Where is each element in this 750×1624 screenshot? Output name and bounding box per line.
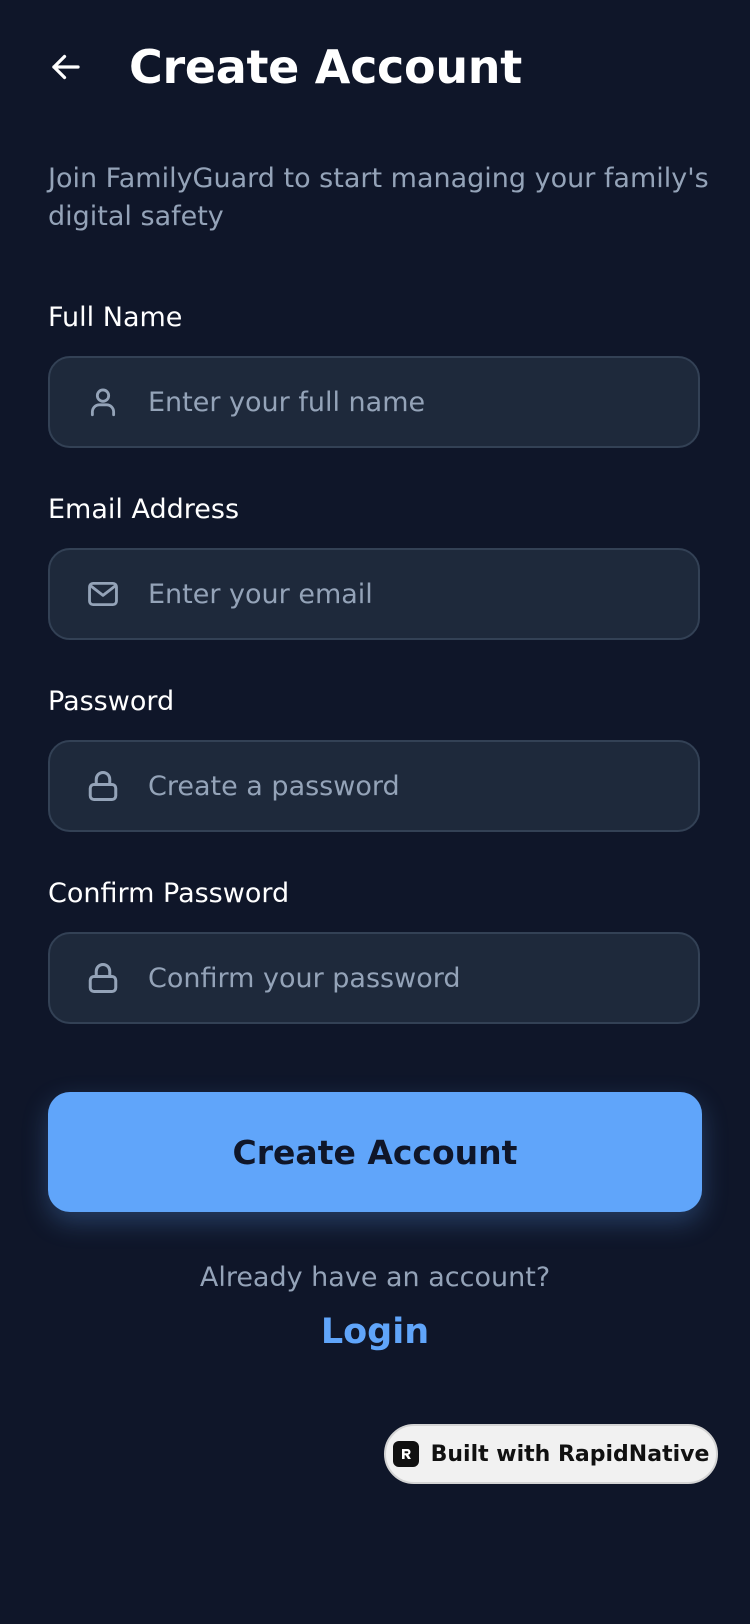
already-have-account-text: Already have an account? [199,1262,551,1293]
page-subtitle: Join FamilyGuard to start managing your … [48,163,709,232]
lock-icon [83,766,123,806]
login-link[interactable]: Login [0,1312,750,1352]
user-icon [83,382,123,422]
page-title: Create Account [129,40,522,94]
confirm-password-input[interactable] [148,962,698,994]
create-account-button[interactable]: Create Account [48,1092,702,1212]
confirm-password-field[interactable] [48,932,700,1024]
full-name-field[interactable] [48,356,700,448]
full-name-input[interactable] [148,386,698,418]
header: Create Account [48,40,522,94]
email-label: Email Address [48,494,240,525]
arrow-left-icon [52,54,80,80]
password-label: Password [48,686,175,717]
back-button[interactable] [48,43,96,91]
mail-icon [83,574,123,614]
password-field[interactable] [48,740,700,832]
lock-icon [83,958,123,998]
full-name-label: Full Name [48,302,183,333]
email-input[interactable] [148,578,698,610]
confirm-password-label: Confirm Password [48,878,290,909]
badge-label: Built with RapidNative [430,1441,710,1467]
rapidnative-logo-icon [392,1441,419,1467]
email-field[interactable] [48,548,700,640]
built-with-badge[interactable]: Built with RapidNative [384,1424,718,1484]
password-input[interactable] [148,770,698,802]
